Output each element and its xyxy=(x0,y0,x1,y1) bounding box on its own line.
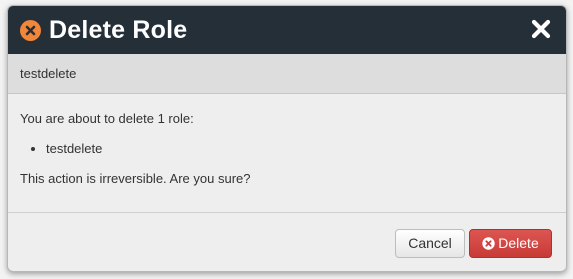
role-name-subheader: testdelete xyxy=(8,54,566,94)
roles-to-delete-list: testdelete xyxy=(20,141,554,157)
close-icon[interactable] xyxy=(530,18,552,40)
cancel-button-label: Cancel xyxy=(408,235,452,251)
list-item: testdelete xyxy=(46,141,554,157)
delete-role-dialog: Delete Role testdelete You are about to … xyxy=(7,5,567,272)
delete-button-label: Delete xyxy=(498,235,539,251)
dialog-title: Delete Role xyxy=(49,16,188,44)
dialog-body: You are about to delete 1 role: testdele… xyxy=(8,94,566,213)
warning-message: This action is irreversible. Are you sur… xyxy=(20,171,251,186)
x-circle-icon xyxy=(20,20,41,41)
x-circle-icon xyxy=(482,232,495,259)
confirm-message: You are about to delete 1 role: xyxy=(20,111,194,126)
delete-button[interactable]: Delete xyxy=(469,229,552,258)
dialog-header: Delete Role xyxy=(8,6,566,54)
dialog-footer: Cancel Delete xyxy=(8,214,566,271)
cancel-button[interactable]: Cancel xyxy=(395,229,465,258)
